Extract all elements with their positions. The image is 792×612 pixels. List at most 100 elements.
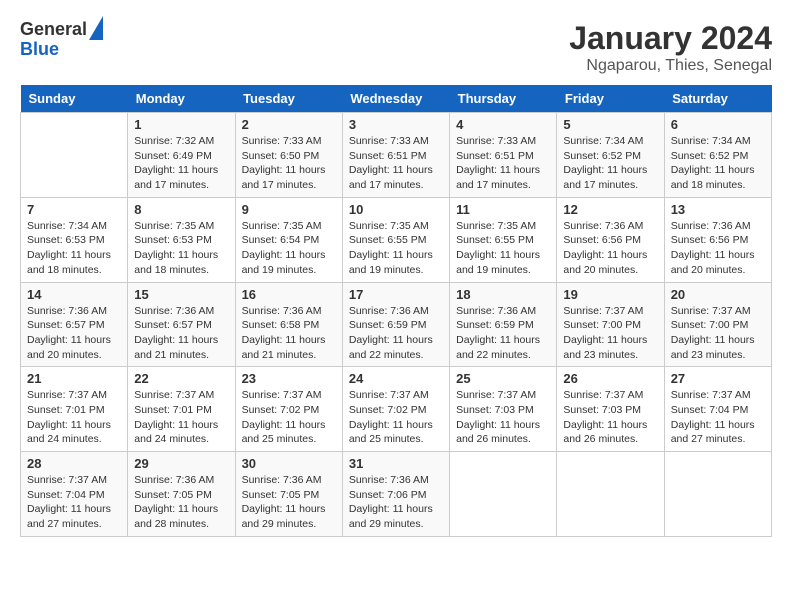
calendar-cell: 26 Sunrise: 7:37 AMSunset: 7:03 PMDayligh… xyxy=(557,367,664,452)
day-number: 18 xyxy=(456,287,550,302)
calendar-cell: 9 Sunrise: 7:35 AMSunset: 6:54 PMDaylight… xyxy=(235,197,342,282)
day-number: 8 xyxy=(134,202,228,217)
header-sunday: Sunday xyxy=(21,85,128,113)
week-row-3: 14 Sunrise: 7:36 AMSunset: 6:57 PMDayligh… xyxy=(21,282,772,367)
calendar-cell: 1 Sunrise: 7:32 AMSunset: 6:49 PMDaylight… xyxy=(128,113,235,198)
day-info: Sunrise: 7:37 AMSunset: 7:04 PMDaylight:… xyxy=(671,388,765,447)
day-info: Sunrise: 7:34 AMSunset: 6:53 PMDaylight:… xyxy=(27,219,121,278)
calendar-cell: 28 Sunrise: 7:37 AMSunset: 7:04 PMDayligh… xyxy=(21,452,128,537)
page-header: General Blue January 2024 Ngaparou, Thie… xyxy=(20,20,772,75)
day-info: Sunrise: 7:36 AMSunset: 6:59 PMDaylight:… xyxy=(349,304,443,363)
day-number: 7 xyxy=(27,202,121,217)
calendar-subtitle: Ngaparou, Thies, Senegal xyxy=(569,57,772,75)
calendar-cell: 13 Sunrise: 7:36 AMSunset: 6:56 PMDayligh… xyxy=(664,197,771,282)
day-number: 13 xyxy=(671,202,765,217)
calendar-cell: 25 Sunrise: 7:37 AMSunset: 7:03 PMDayligh… xyxy=(450,367,557,452)
day-number: 23 xyxy=(242,371,336,386)
day-info: Sunrise: 7:33 AMSunset: 6:51 PMDaylight:… xyxy=(349,134,443,193)
week-row-5: 28 Sunrise: 7:37 AMSunset: 7:04 PMDayligh… xyxy=(21,452,772,537)
day-info: Sunrise: 7:36 AMSunset: 7:05 PMDaylight:… xyxy=(134,473,228,532)
calendar-cell: 23Sunrise: 7:37 AMSunset: 7:02 PMDayligh… xyxy=(235,367,342,452)
day-info: Sunrise: 7:37 AMSunset: 7:00 PMDaylight:… xyxy=(671,304,765,363)
calendar-cell: 10Sunrise: 7:35 AMSunset: 6:55 PMDayligh… xyxy=(342,197,449,282)
day-number: 9 xyxy=(242,202,336,217)
day-number: 5 xyxy=(563,117,657,132)
day-info: Sunrise: 7:36 AMSunset: 7:06 PMDaylight:… xyxy=(349,473,443,532)
calendar-cell: 21Sunrise: 7:37 AMSunset: 7:01 PMDayligh… xyxy=(21,367,128,452)
day-info: Sunrise: 7:34 AMSunset: 6:52 PMDaylight:… xyxy=(563,134,657,193)
logo-text: General Blue xyxy=(20,20,103,60)
day-number: 14 xyxy=(27,287,121,302)
day-info: Sunrise: 7:37 AMSunset: 7:01 PMDaylight:… xyxy=(27,388,121,447)
calendar-cell: 15 Sunrise: 7:36 AMSunset: 6:57 PMDayligh… xyxy=(128,282,235,367)
day-info: Sunrise: 7:36 AMSunset: 6:57 PMDaylight:… xyxy=(27,304,121,363)
calendar-body: 1 Sunrise: 7:32 AMSunset: 6:49 PMDaylight… xyxy=(21,113,772,537)
logo-icon xyxy=(89,16,103,40)
header-row: SundayMondayTuesdayWednesdayThursdayFrid… xyxy=(21,85,772,113)
day-number: 16 xyxy=(242,287,336,302)
calendar-header: SundayMondayTuesdayWednesdayThursdayFrid… xyxy=(21,85,772,113)
day-number: 25 xyxy=(456,371,550,386)
calendar-cell: 31 Sunrise: 7:36 AMSunset: 7:06 PMDayligh… xyxy=(342,452,449,537)
day-number: 29 xyxy=(134,456,228,471)
day-number: 28 xyxy=(27,456,121,471)
day-number: 20 xyxy=(671,287,765,302)
day-number: 10 xyxy=(349,202,443,217)
day-number: 26 xyxy=(563,371,657,386)
day-number: 12 xyxy=(563,202,657,217)
calendar-cell: 29 Sunrise: 7:36 AMSunset: 7:05 PMDayligh… xyxy=(128,452,235,537)
day-number: 2 xyxy=(242,117,336,132)
logo-line1: General xyxy=(20,20,87,40)
calendar-cell: 20 Sunrise: 7:37 AMSunset: 7:00 PMDayligh… xyxy=(664,282,771,367)
day-info: Sunrise: 7:37 AMSunset: 7:02 PMDaylight:… xyxy=(349,388,443,447)
week-row-2: 7 Sunrise: 7:34 AMSunset: 6:53 PMDaylight… xyxy=(21,197,772,282)
header-thursday: Thursday xyxy=(450,85,557,113)
day-number: 15 xyxy=(134,287,228,302)
day-info: Sunrise: 7:32 AMSunset: 6:49 PMDaylight:… xyxy=(134,134,228,193)
day-info: Sunrise: 7:36 AMSunset: 6:56 PMDaylight:… xyxy=(671,219,765,278)
calendar-cell: 12 Sunrise: 7:36 AMSunset: 6:56 PMDayligh… xyxy=(557,197,664,282)
calendar-cell: 19Sunrise: 7:37 AMSunset: 7:00 PMDayligh… xyxy=(557,282,664,367)
day-number: 4 xyxy=(456,117,550,132)
day-info: Sunrise: 7:36 AMSunset: 6:59 PMDaylight:… xyxy=(456,304,550,363)
header-monday: Monday xyxy=(128,85,235,113)
day-info: Sunrise: 7:35 AMSunset: 6:54 PMDaylight:… xyxy=(242,219,336,278)
header-friday: Friday xyxy=(557,85,664,113)
day-number: 24 xyxy=(349,371,443,386)
calendar-cell: 30Sunrise: 7:36 AMSunset: 7:05 PMDayligh… xyxy=(235,452,342,537)
calendar-cell: 4 Sunrise: 7:33 AMSunset: 6:51 PMDaylight… xyxy=(450,113,557,198)
day-info: Sunrise: 7:35 AMSunset: 6:55 PMDaylight:… xyxy=(456,219,550,278)
day-info: Sunrise: 7:37 AMSunset: 7:01 PMDaylight:… xyxy=(134,388,228,447)
logo-line2: Blue xyxy=(20,40,103,60)
day-number: 31 xyxy=(349,456,443,471)
day-info: Sunrise: 7:36 AMSunset: 6:56 PMDaylight:… xyxy=(563,219,657,278)
calendar-cell: 11 Sunrise: 7:35 AMSunset: 6:55 PMDayligh… xyxy=(450,197,557,282)
day-number: 19 xyxy=(563,287,657,302)
calendar-cell: 16Sunrise: 7:36 AMSunset: 6:58 PMDayligh… xyxy=(235,282,342,367)
title-block: January 2024 Ngaparou, Thies, Senegal xyxy=(569,20,772,75)
day-number: 17 xyxy=(349,287,443,302)
day-number: 11 xyxy=(456,202,550,217)
day-number: 3 xyxy=(349,117,443,132)
day-info: Sunrise: 7:33 AMSunset: 6:50 PMDaylight:… xyxy=(242,134,336,193)
day-info: Sunrise: 7:33 AMSunset: 6:51 PMDaylight:… xyxy=(456,134,550,193)
day-number: 6 xyxy=(671,117,765,132)
day-number: 22 xyxy=(134,371,228,386)
day-info: Sunrise: 7:37 AMSunset: 7:04 PMDaylight:… xyxy=(27,473,121,532)
calendar-cell: 24 Sunrise: 7:37 AMSunset: 7:02 PMDayligh… xyxy=(342,367,449,452)
calendar-cell: 14 Sunrise: 7:36 AMSunset: 6:57 PMDayligh… xyxy=(21,282,128,367)
calendar-table: SundayMondayTuesdayWednesdayThursdayFrid… xyxy=(20,85,772,537)
day-info: Sunrise: 7:37 AMSunset: 7:03 PMDaylight:… xyxy=(456,388,550,447)
calendar-cell: 5 Sunrise: 7:34 AMSunset: 6:52 PMDaylight… xyxy=(557,113,664,198)
day-info: Sunrise: 7:36 AMSunset: 6:57 PMDaylight:… xyxy=(134,304,228,363)
calendar-cell xyxy=(450,452,557,537)
calendar-cell: 2 Sunrise: 7:33 AMSunset: 6:50 PMDaylight… xyxy=(235,113,342,198)
calendar-cell xyxy=(21,113,128,198)
calendar-cell xyxy=(664,452,771,537)
day-info: Sunrise: 7:37 AMSunset: 7:03 PMDaylight:… xyxy=(563,388,657,447)
calendar-cell: 18 Sunrise: 7:36 AMSunset: 6:59 PMDayligh… xyxy=(450,282,557,367)
header-tuesday: Tuesday xyxy=(235,85,342,113)
calendar-cell xyxy=(557,452,664,537)
logo: General Blue xyxy=(20,20,103,60)
day-number: 1 xyxy=(134,117,228,132)
